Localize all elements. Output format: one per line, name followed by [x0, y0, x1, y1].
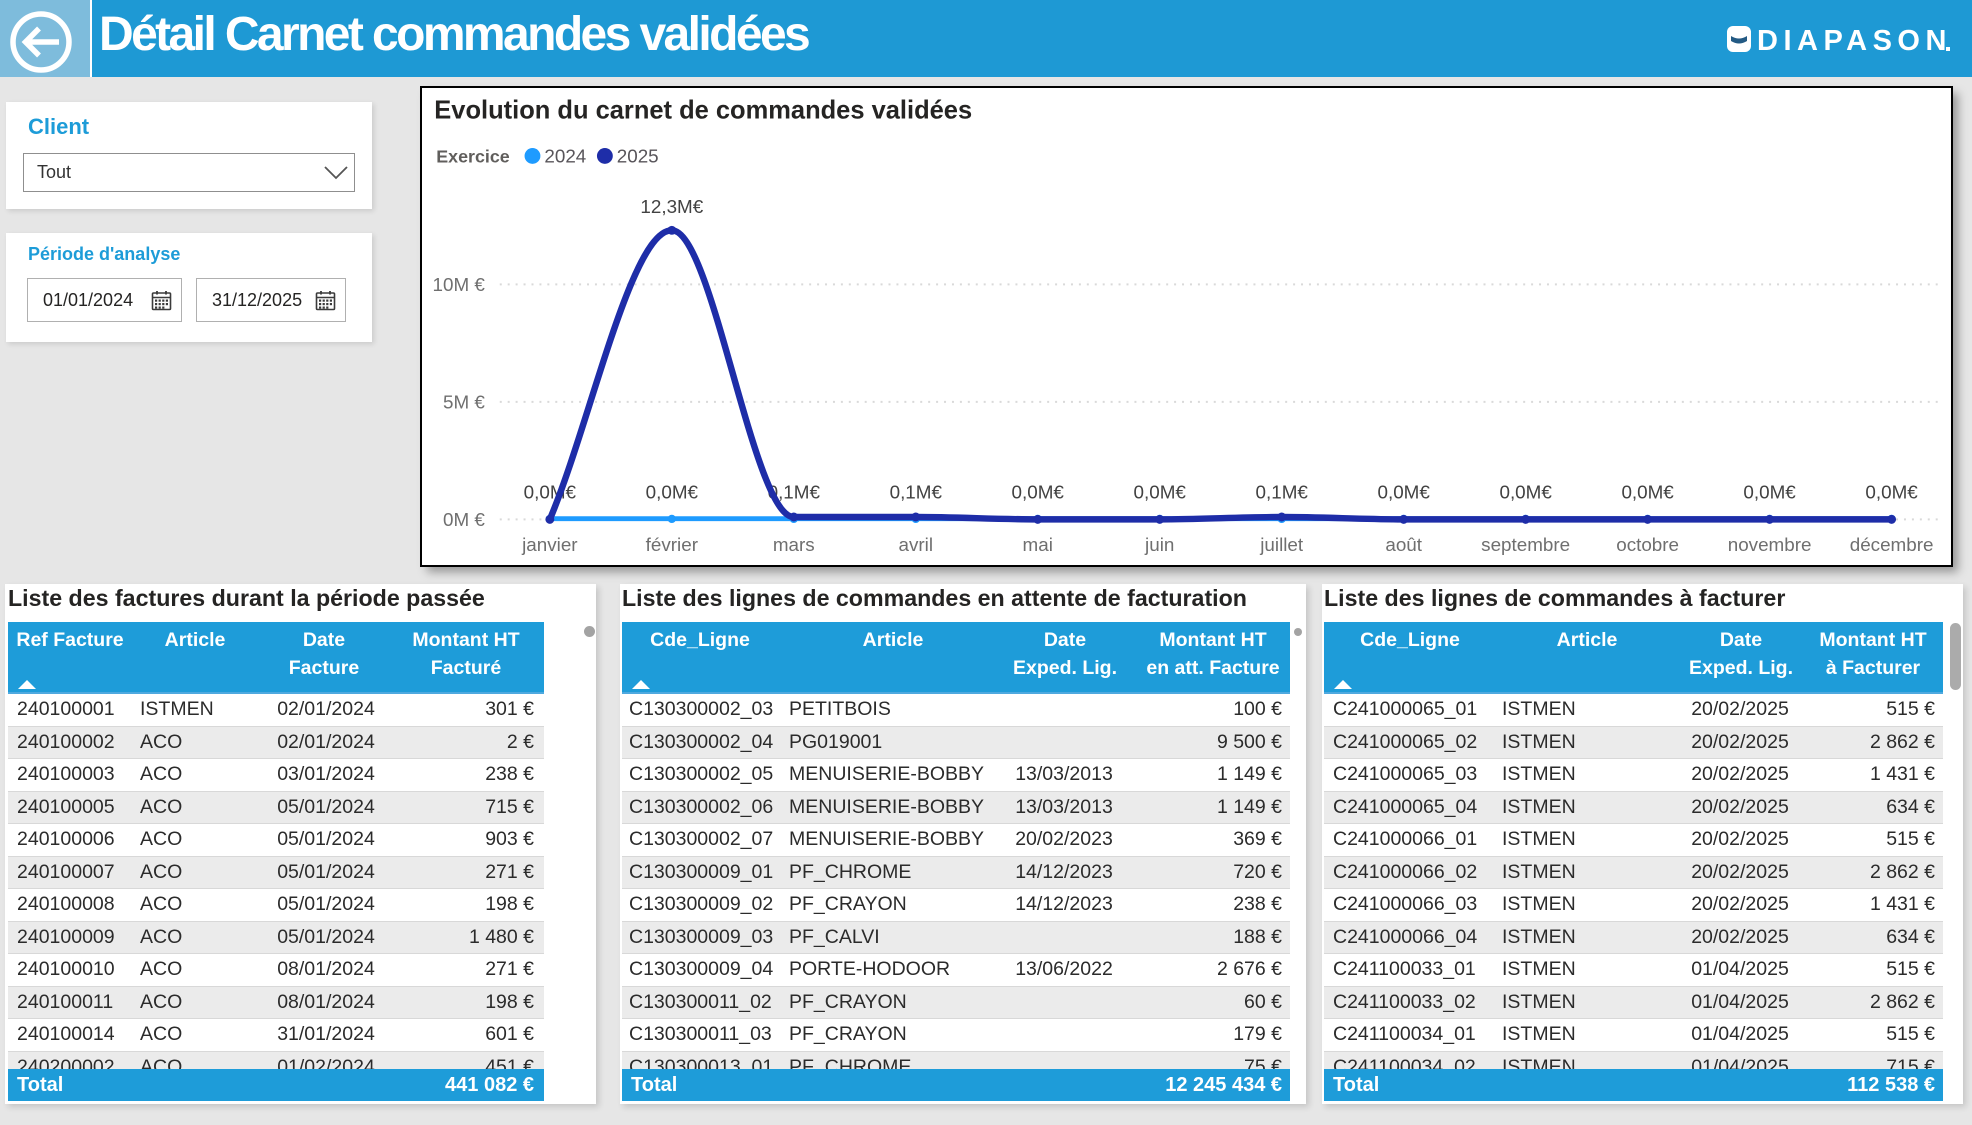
svg-text:12,3M€: 12,3M€ — [640, 196, 703, 217]
svg-text:décembre: décembre — [1850, 534, 1934, 555]
svg-text:mars: mars — [773, 534, 815, 555]
svg-text:Exercice: Exercice — [436, 146, 509, 166]
svg-text:octobre: octobre — [1616, 534, 1679, 555]
svg-text:Evolution du carnet de command: Evolution du carnet de commandes validée… — [434, 97, 972, 125]
svg-text:2024: 2024 — [544, 145, 586, 166]
svg-text:février: février — [646, 534, 698, 555]
svg-text:5M €: 5M € — [443, 391, 485, 412]
svg-text:0,0M€: 0,0M€ — [1743, 482, 1796, 503]
svg-text:0,0M€: 0,0M€ — [646, 482, 699, 503]
svg-text:mai: mai — [1023, 534, 1053, 555]
svg-text:août: août — [1385, 534, 1422, 555]
svg-text:0M €: 0M € — [443, 509, 485, 530]
svg-text:juillet: juillet — [1259, 534, 1304, 555]
svg-text:10M €: 10M € — [433, 274, 486, 295]
svg-text:0,0M€: 0,0M€ — [1134, 482, 1187, 503]
svg-text:0,0M€: 0,0M€ — [1865, 482, 1918, 503]
svg-text:DIAPASON: DIAPASON — [1757, 26, 1952, 56]
svg-text:avril: avril — [899, 534, 934, 555]
svg-text:0,0M€: 0,0M€ — [1012, 482, 1065, 503]
svg-text:2025: 2025 — [617, 145, 659, 166]
svg-text:0,0M€: 0,0M€ — [1378, 482, 1431, 503]
svg-text:juin: juin — [1144, 534, 1174, 555]
svg-text:0,0M€: 0,0M€ — [1621, 482, 1674, 503]
svg-text:novembre: novembre — [1728, 534, 1812, 555]
svg-text:0,0M€: 0,0M€ — [524, 482, 577, 503]
svg-text:0,0M€: 0,0M€ — [1499, 482, 1552, 503]
svg-text:septembre: septembre — [1481, 534, 1570, 555]
svg-text:0,1M€: 0,1M€ — [890, 482, 943, 503]
svg-text:janvier: janvier — [521, 534, 577, 555]
svg-text:0,1M€: 0,1M€ — [1256, 482, 1309, 503]
